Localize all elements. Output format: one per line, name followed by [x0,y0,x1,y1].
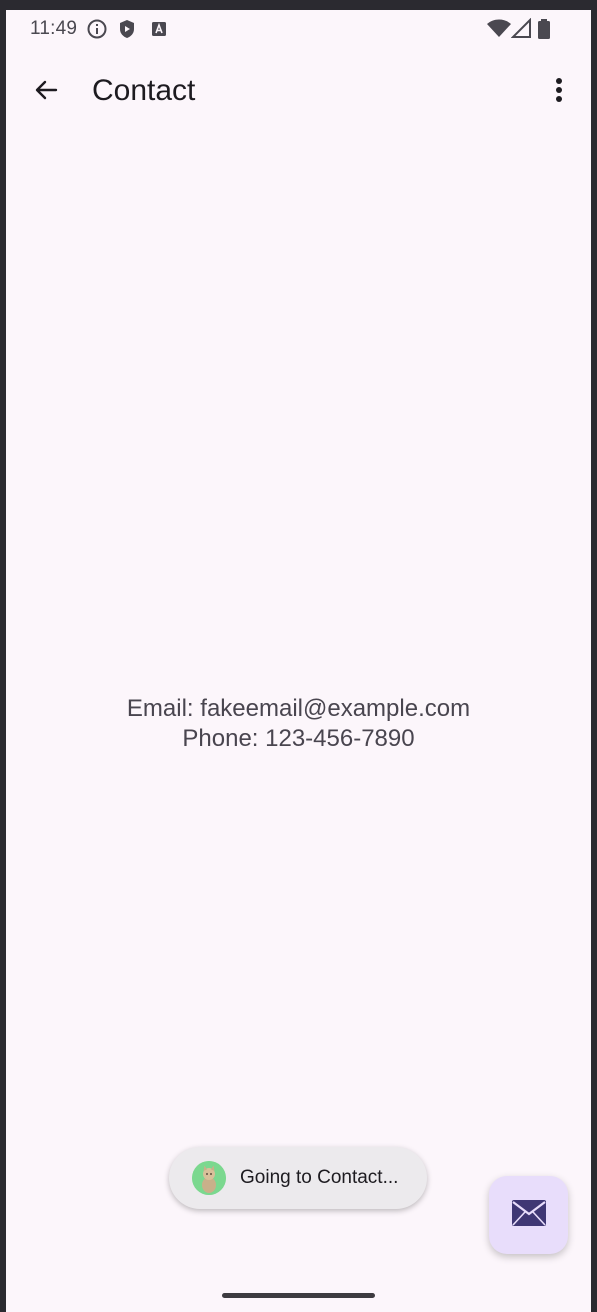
more-vert-icon [555,77,563,108]
overflow-menu-button[interactable] [539,72,579,112]
top-app-bar: Contact [6,58,591,126]
toast-text: Going to Contact... [240,1167,399,1188]
shield-play-icon [116,18,138,40]
keyboard-a-icon [148,18,170,40]
toast-message: Going to Contact... [169,1147,427,1209]
app-screen: 11:49 Contact Email: fakeemail@example.c… [6,10,591,1312]
email-fab-button[interactable] [489,1176,568,1254]
cat-avatar-icon [192,1161,226,1195]
wifi-icon [486,18,512,40]
gesture-nav-bar[interactable] [222,1293,375,1298]
page-title: Contact [92,74,196,107]
contact-info: Email: fakeemail@example.com Phone: 123-… [6,694,591,754]
signal-icon [510,17,533,40]
arrow-back-icon [33,77,59,108]
back-button[interactable] [26,72,66,112]
email-text: Email: fakeemail@example.com [126,695,471,722]
phone-text: Phone: 123-456-7890 [182,725,415,752]
mail-icon [511,1199,547,1232]
status-bar: 11:49 [6,10,591,48]
status-time: 11:49 [30,18,78,39]
battery-icon [537,18,551,40]
info-icon [86,18,108,40]
